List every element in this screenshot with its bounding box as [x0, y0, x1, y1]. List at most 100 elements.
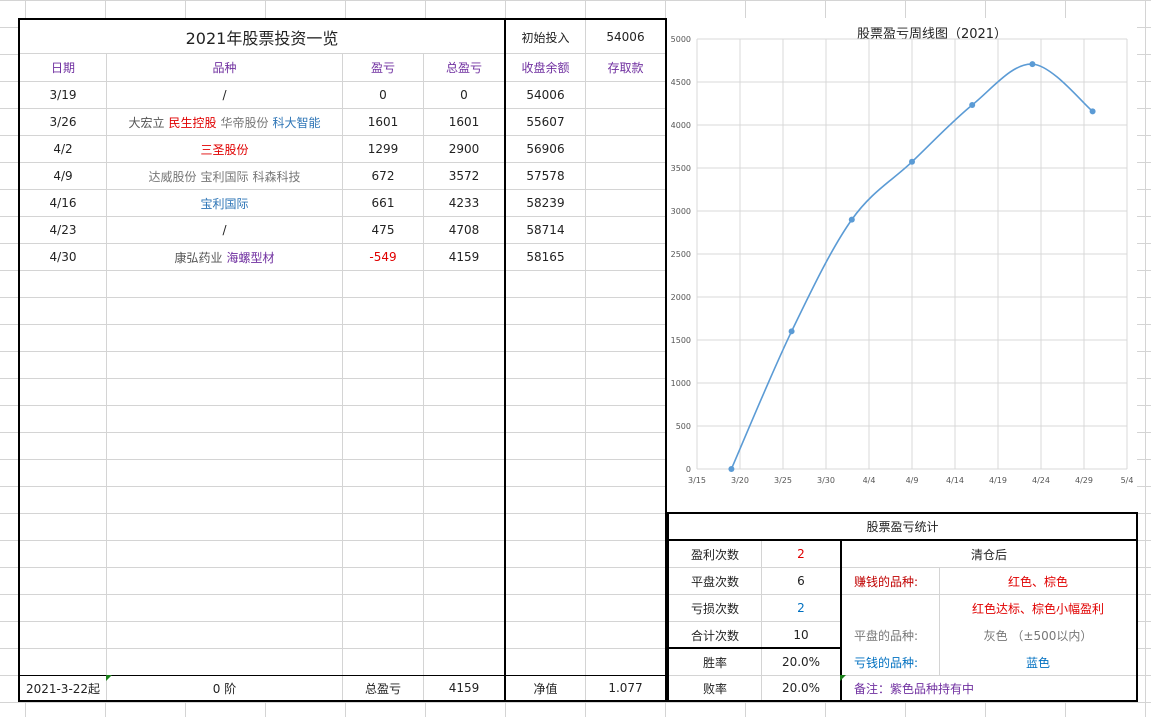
header-total-pnl: 总盈亏	[445, 61, 482, 75]
cell-total: 3572	[448, 169, 480, 183]
cell-total: 0	[460, 88, 468, 102]
header-deposit: 存取款	[607, 61, 644, 75]
chart-title: 股票盈亏周线图（2021）	[857, 27, 1007, 42]
x-tick-label: 3/20	[731, 476, 749, 485]
cell-pnl: 661	[371, 196, 395, 210]
cell-date: 4/16	[49, 196, 77, 210]
flat-label: 平盘的品种:	[854, 629, 919, 643]
y-tick-label: 1500	[671, 336, 691, 345]
cell-balance: 54006	[526, 88, 565, 102]
cell-pnl: 475	[371, 223, 395, 237]
nav-value: 1.077	[608, 681, 643, 695]
stat-value: 20.0%	[781, 655, 821, 669]
y-tick-label: 3500	[671, 164, 691, 173]
stat-value: 2	[797, 547, 805, 561]
x-tick-label: 4/19	[989, 476, 1007, 485]
cell-balance: 58165	[526, 250, 565, 264]
stock-list: 三圣股份	[107, 136, 342, 162]
stock-name: /	[222, 88, 227, 102]
y-tick-label: 4000	[671, 121, 691, 130]
y-tick-label: 2500	[671, 250, 691, 259]
data-point	[728, 466, 735, 472]
stats-title: 股票盈亏统计	[866, 520, 939, 534]
stat-value: 20.0%	[781, 681, 821, 695]
stock-name: 宝利国际	[200, 196, 249, 211]
cell-date: 4/30	[49, 250, 77, 264]
stock-name: 华帝股份	[220, 115, 269, 130]
cell-balance: 58714	[526, 223, 565, 237]
stock-name: 康弘药业	[174, 250, 223, 265]
investment-table: 2021年股票投资一览 初始投入 54006 日期 品种 盈亏 总盈亏 收盘余额…	[18, 18, 667, 702]
cell-date: 3/26	[49, 115, 77, 129]
cell-balance: 58239	[526, 196, 565, 210]
stat-value: 6	[797, 574, 805, 588]
cell-deposit	[586, 109, 665, 135]
cell-total: 2900	[448, 142, 480, 156]
cell-total: 4159	[448, 250, 480, 264]
stock-name: /	[222, 223, 227, 237]
stock-list: /	[107, 82, 342, 108]
x-tick-label: 4/14	[946, 476, 964, 485]
cell-total: 4708	[448, 223, 480, 237]
stats-table: 股票盈亏统计 盈利次数 2 平盘次数 6 亏损次数 2 合计次数 10 胜率 20.0% 败率 20.…	[667, 512, 1138, 702]
x-tick-label: 4/9	[906, 476, 919, 485]
cell-deposit	[586, 217, 665, 243]
stat-label: 合计次数	[690, 628, 739, 643]
stock-name: 海螺型材	[226, 250, 275, 265]
stat-label: 胜率	[702, 655, 727, 670]
cell-balance: 57578	[526, 169, 565, 183]
y-tick-label: 0	[686, 465, 691, 474]
y-tick-label: 2000	[671, 293, 691, 302]
stock-list: 达威股份 宝利国际 科森科技	[107, 163, 342, 189]
header-pnl: 盈亏	[370, 61, 395, 75]
initial-investment-value: 54006	[606, 30, 645, 44]
stock-name: 三圣股份	[200, 142, 249, 157]
cell-balance: 55607	[526, 115, 565, 129]
data-point	[969, 101, 976, 108]
cell-pnl: 1299	[367, 142, 399, 156]
table-title: 2021年股票投资一览	[185, 29, 339, 48]
loss-label: 亏钱的品种:	[854, 656, 919, 670]
cell-pnl: -549	[369, 250, 397, 264]
remark: 备注：紫色品种持有中	[854, 681, 975, 696]
data-point	[788, 328, 795, 335]
cell-deposit	[586, 136, 665, 162]
earn-value: 红色、棕色	[1007, 575, 1068, 589]
cell-pnl: 1601	[367, 115, 399, 129]
chart-panel[interactable]: 股票盈亏周线图（2021） 0 500 1000 1500 2000 2500 3000 35…	[667, 18, 1137, 512]
legend-header: 清仓后	[970, 548, 1007, 562]
cell-deposit	[586, 190, 665, 216]
data-point	[1089, 108, 1096, 115]
y-tick-label: 1000	[671, 379, 691, 388]
header-stock: 品种	[212, 61, 237, 75]
cell-deposit	[586, 163, 665, 189]
data-point	[909, 158, 915, 165]
stat-value: 2	[797, 601, 805, 615]
stat-label: 亏损次数	[690, 601, 739, 616]
cell-date: 4/23	[49, 223, 77, 237]
cell-deposit	[586, 82, 665, 108]
cell-deposit	[586, 244, 665, 270]
initial-investment-label: 初始投入	[521, 30, 570, 45]
cell-date: 4/9	[53, 169, 73, 183]
x-tick-label: 4/24	[1032, 476, 1050, 485]
stock-name: 民生控股	[168, 115, 217, 130]
cell-total: 4233	[448, 196, 480, 210]
stat-label: 平盘次数	[690, 574, 739, 589]
stock-name: 宝利国际	[200, 169, 249, 184]
flat-value: 灰色 （±500以内）	[983, 629, 1093, 643]
cell-total: 1601	[448, 115, 480, 129]
earn-label: 赚钱的品种:	[854, 575, 919, 589]
x-tick-label: 4/29	[1075, 476, 1093, 485]
data-point	[1029, 61, 1036, 68]
y-tick-label: 500	[676, 422, 691, 431]
stock-name: 科大智能	[272, 115, 321, 130]
stock-name: 大宏立	[128, 115, 165, 130]
earn-note: 红色达标、棕色小幅盈利	[971, 602, 1104, 616]
footer-total-value: 4159	[448, 681, 480, 695]
data-point	[848, 216, 855, 223]
loss-value: 蓝色	[1025, 656, 1050, 670]
x-tick-label: 3/25	[774, 476, 792, 485]
stat-label: 盈利次数	[690, 547, 739, 562]
pnl-line-chart: 股票盈亏周线图（2021） 0 500 1000 1500 2000 2500 3000 35…	[671, 27, 1134, 485]
